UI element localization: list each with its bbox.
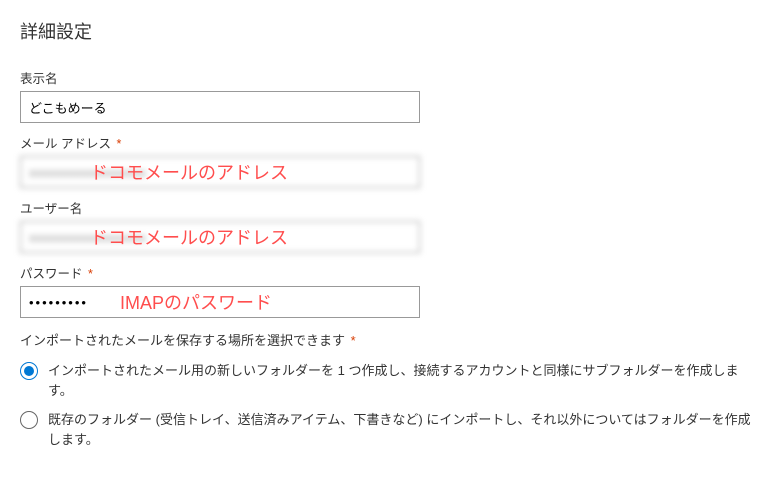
- field-username: ユーザー名 ドコモメールのアドレス: [20, 198, 760, 253]
- radio-label-use-existing: 既存のフォルダー (受信トレイ、送信済みアイテム、下書きなど) にインポートし、…: [48, 410, 760, 449]
- field-email: メール アドレス * ドコモメールのアドレス: [20, 133, 760, 188]
- username-label: ユーザー名: [20, 198, 760, 217]
- field-display-name: 表示名: [20, 68, 760, 123]
- email-label: メール アドレス *: [20, 133, 760, 152]
- radio-icon: [20, 411, 38, 429]
- password-input[interactable]: [20, 286, 420, 318]
- required-mark: *: [85, 267, 93, 281]
- radio-label-create-new: インポートされたメール用の新しいフォルダーを 1 つ作成し、接続するアカウントと…: [48, 361, 760, 400]
- display-name-label: 表示名: [20, 68, 760, 87]
- username-input[interactable]: [20, 221, 420, 253]
- import-location-label: インポートされたメールを保存する場所を選択できます *: [20, 330, 760, 349]
- email-input[interactable]: [20, 156, 420, 188]
- required-mark: *: [113, 137, 121, 151]
- radio-option-create-new[interactable]: インポートされたメール用の新しいフォルダーを 1 つ作成し、接続するアカウントと…: [20, 361, 760, 400]
- field-password: パスワード * IMAPのパスワード: [20, 263, 760, 318]
- radio-option-use-existing[interactable]: 既存のフォルダー (受信トレイ、送信済みアイテム、下書きなど) にインポートし、…: [20, 410, 760, 449]
- page-title: 詳細設定: [20, 18, 760, 44]
- required-mark: *: [347, 333, 356, 348]
- password-label: パスワード *: [20, 263, 760, 282]
- radio-icon: [20, 362, 38, 380]
- display-name-input[interactable]: [20, 91, 420, 123]
- radio-dot-icon: [24, 366, 34, 376]
